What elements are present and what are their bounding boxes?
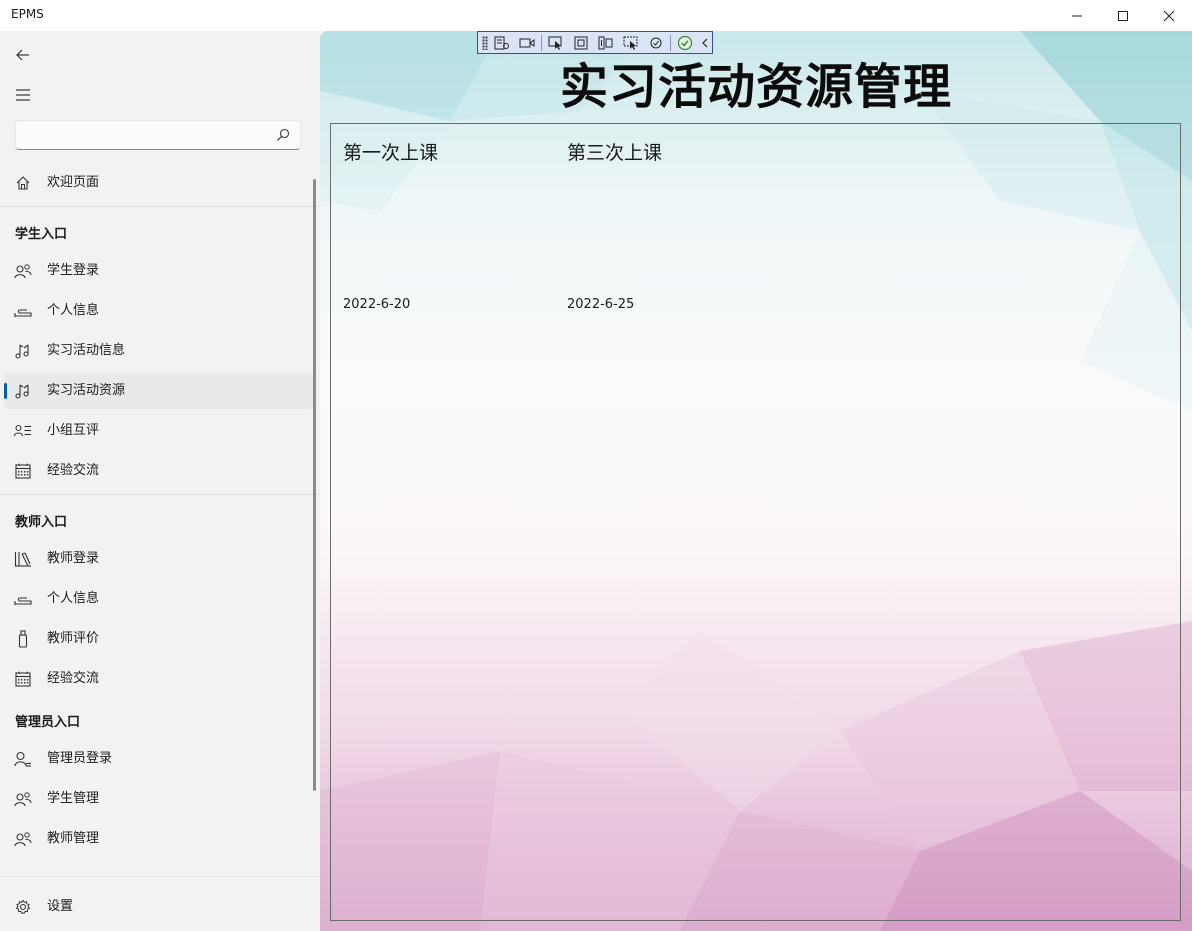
- home-icon: [14, 174, 32, 192]
- contact-icon: [14, 750, 32, 768]
- usb-icon: [14, 630, 32, 648]
- select-cursor-icon: [548, 36, 562, 50]
- nav-item-label: 设置: [47, 899, 74, 914]
- accessibility-button[interactable]: [645, 33, 667, 52]
- close-button[interactable]: [1146, 0, 1192, 31]
- nav-item-student-exchange[interactable]: 经验交流: [4, 453, 314, 489]
- nav-item-student-login[interactable]: 学生登录: [4, 253, 314, 289]
- hot-reload-button[interactable]: [620, 33, 642, 52]
- debug-toolbar: [477, 31, 713, 54]
- selection-indicator: [4, 383, 7, 399]
- nav-item-settings[interactable]: 设置: [4, 889, 314, 925]
- divider: [0, 876, 320, 877]
- hamburger-icon: [16, 89, 30, 101]
- live-visual-tree-button[interactable]: [491, 33, 513, 52]
- track-focus-icon: [598, 36, 613, 49]
- toolbar-separator: [670, 34, 671, 51]
- library-icon: [14, 550, 32, 568]
- minimize-button[interactable]: [1054, 0, 1100, 31]
- nav-item-activity-resources[interactable]: 实习活动资源: [4, 373, 314, 409]
- nav-item-teacher-exchange[interactable]: 经验交流: [4, 661, 314, 697]
- resource-title-1[interactable]: 第一次上课: [343, 138, 438, 165]
- nav-item-label: 经验交流: [47, 671, 100, 686]
- gear-icon: [14, 898, 32, 916]
- toolbar-grip[interactable]: [482, 35, 488, 50]
- people-list-icon: [14, 422, 32, 440]
- bed-icon: [14, 302, 32, 320]
- section-header-student: 学生入口: [15, 227, 68, 242]
- track-focus-button[interactable]: [595, 33, 617, 52]
- layout-adorner-icon: [574, 36, 588, 49]
- display-layout-adorners-button[interactable]: [570, 33, 592, 52]
- section-header-admin: 管理员入口: [15, 715, 81, 730]
- people-icon: [14, 262, 32, 280]
- title-bar: EPMS: [0, 0, 1192, 31]
- nav-item-label: 实习活动资源: [47, 383, 126, 398]
- no-issues-indicator[interactable]: [674, 33, 696, 52]
- nav-item-label: 个人信息: [47, 591, 100, 606]
- music-notes-icon: [14, 342, 32, 360]
- binding-failures-icon: [650, 37, 662, 48]
- people-icon: [14, 790, 32, 808]
- calendar-icon: [14, 670, 32, 688]
- maximize-button[interactable]: [1100, 0, 1146, 31]
- hot-reload-icon: [623, 36, 638, 50]
- nav-item-student-management[interactable]: 学生管理: [4, 781, 314, 817]
- nav-item-admin-login[interactable]: 管理员登录: [4, 741, 314, 777]
- nav-item-label: 个人信息: [47, 303, 100, 318]
- nav-item-teacher-management[interactable]: 教师管理: [4, 821, 314, 857]
- nav-item-teacher-login[interactable]: 教师登录: [4, 541, 314, 577]
- nav-item-peer-review[interactable]: 小组互评: [4, 413, 314, 449]
- section-header-teacher: 教师入口: [15, 515, 68, 530]
- nav-item-label: 学生管理: [47, 791, 100, 806]
- app-title: EPMS: [11, 7, 44, 21]
- resource-title-2[interactable]: 第三次上课: [567, 138, 662, 165]
- search-input[interactable]: [24, 125, 278, 147]
- back-button[interactable]: [13, 45, 33, 65]
- resource-panel: [330, 123, 1181, 921]
- nav-item-label: 实习活动信息: [47, 343, 126, 358]
- close-icon: [1163, 10, 1175, 21]
- visual-tree-icon: [494, 36, 509, 49]
- nav-item-label: 欢迎页面: [47, 175, 100, 190]
- navigation-pane: 欢迎页面 学生入口 学生登录 个人信息 实习活动信息 实习活动资源 小组互评 经…: [0, 31, 320, 931]
- resource-date-1: 2022-6-20: [343, 297, 411, 312]
- back-arrow-icon: [16, 49, 29, 61]
- divider: [0, 206, 320, 207]
- divider: [0, 494, 320, 495]
- nav-item-student-profile[interactable]: 个人信息: [4, 293, 314, 329]
- nav-item-label: 小组互评: [47, 423, 100, 438]
- nav-item-label: 学生登录: [47, 263, 100, 278]
- collapse-toolbar-button[interactable]: [699, 33, 711, 52]
- select-element-button[interactable]: [545, 33, 567, 52]
- minimize-icon: [1072, 15, 1082, 16]
- nav-item-activity-info[interactable]: 实习活动信息: [4, 333, 314, 369]
- video-camera-icon: [519, 38, 535, 47]
- menu-toggle-button[interactable]: [13, 85, 33, 105]
- nav-item-label: 管理员登录: [47, 751, 113, 766]
- music-notes-icon: [14, 382, 32, 400]
- nav-item-teacher-evaluation[interactable]: 教师评价: [4, 621, 314, 657]
- toolbar-separator: [541, 34, 542, 51]
- nav-item-teacher-profile[interactable]: 个人信息: [4, 581, 314, 617]
- record-button[interactable]: [516, 33, 538, 52]
- page-title: 实习活动资源管理: [559, 59, 952, 115]
- nav-item-label: 教师登录: [47, 551, 100, 566]
- resource-date-2: 2022-6-25: [567, 297, 635, 312]
- content-area: 实习活动资源管理 第一次上课 2022-6-20 第三次上课 2022-6-25: [320, 31, 1192, 931]
- search-icon[interactable]: [276, 128, 290, 142]
- nav-item-label: 教师管理: [47, 831, 100, 846]
- search-box[interactable]: [15, 120, 301, 150]
- nav-item-label: 经验交流: [47, 463, 100, 478]
- nav-item-label: 教师评价: [47, 631, 100, 646]
- sidebar-scrollbar[interactable]: [313, 179, 316, 791]
- bed-icon: [14, 590, 32, 608]
- maximize-icon: [1118, 10, 1128, 21]
- calendar-icon: [14, 462, 32, 480]
- nav-item-welcome[interactable]: 欢迎页面: [4, 165, 314, 201]
- chevron-left-icon: [702, 38, 708, 47]
- check-circle-icon: [677, 35, 693, 50]
- people-icon: [14, 830, 32, 848]
